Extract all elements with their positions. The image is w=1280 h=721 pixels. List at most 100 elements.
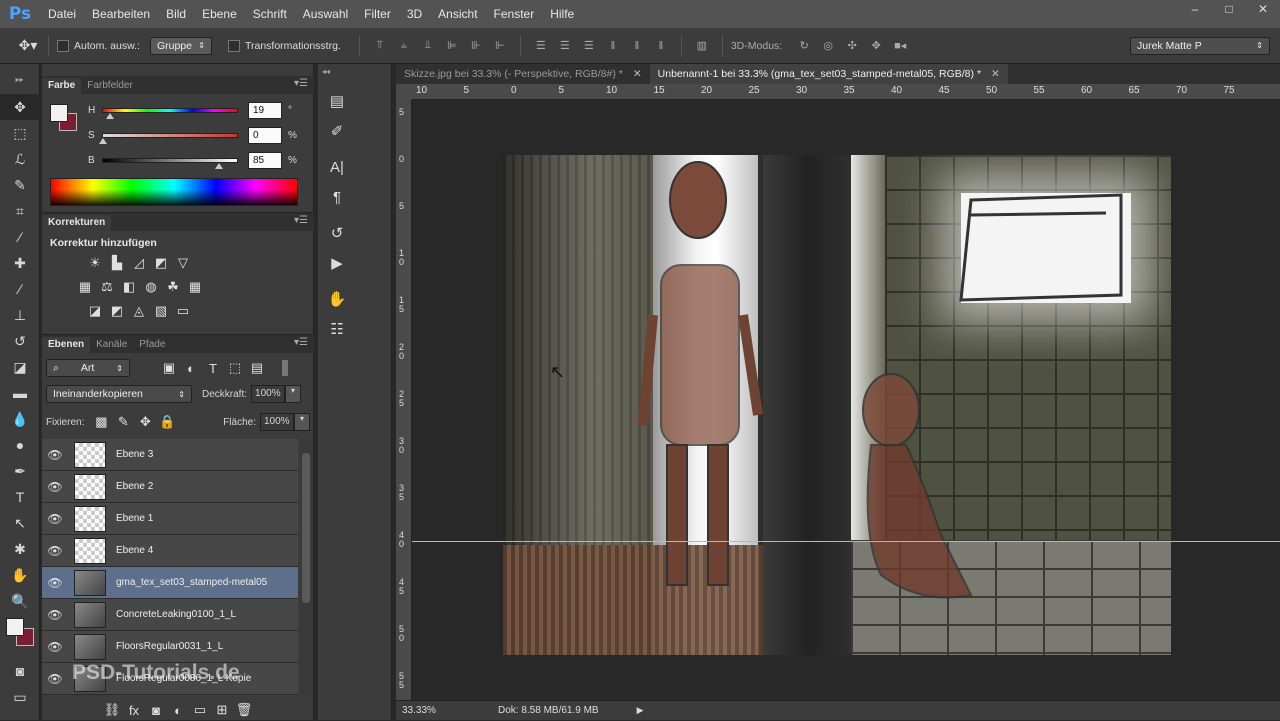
vibrance-icon[interactable]: ▽ bbox=[172, 253, 194, 273]
distribute-bottom-icon[interactable]: ☰ bbox=[579, 37, 599, 55]
color-balance-icon[interactable]: ⚖ bbox=[96, 277, 118, 297]
tab-skizze[interactable]: Skizze.jpg bei 33.3% (- Perspektive, RGB… bbox=[396, 64, 650, 84]
gradient-tool-icon[interactable]: ▬ bbox=[0, 380, 40, 406]
filter-adjustment-icon[interactable]: ◐ bbox=[180, 358, 202, 378]
layer-row[interactable]: 👁 ConcreteLeaking0100_1_L bbox=[42, 599, 298, 631]
guide-line[interactable] bbox=[412, 541, 1280, 542]
move-tool-preset-icon[interactable]: ✥▾ bbox=[18, 37, 38, 55]
exposure-icon[interactable]: ◩ bbox=[150, 253, 172, 273]
fill-dropdown-icon[interactable]: ▾ bbox=[294, 413, 310, 431]
blend-mode-dropdown[interactable]: Ineinanderkopieren ⇕ bbox=[46, 385, 192, 403]
lock-transparency-icon[interactable]: ▩ bbox=[90, 412, 112, 432]
brightness-slider-thumb[interactable] bbox=[215, 162, 223, 169]
saturation-slider[interactable] bbox=[99, 132, 238, 144]
visibility-eye-icon[interactable]: 👁 bbox=[42, 512, 68, 526]
close-tab-icon[interactable]: ✕ bbox=[991, 68, 1000, 80]
color-spectrum-ramp[interactable] bbox=[50, 178, 298, 206]
dodge-tool-icon[interactable]: ● bbox=[0, 432, 40, 458]
panel-menu-icon[interactable]: ▾☰ bbox=[294, 215, 308, 226]
new-group-icon[interactable]: ▭ bbox=[189, 700, 211, 720]
new-layer-icon[interactable]: ⊞ bbox=[211, 700, 233, 720]
brightness-slider[interactable] bbox=[102, 157, 238, 169]
workspace-dropdown[interactable]: Jurek Matte P ⇕ bbox=[1130, 36, 1270, 55]
selective-color-icon[interactable]: ▭ bbox=[172, 301, 194, 321]
distribute-right-icon[interactable]: ‖ bbox=[651, 37, 671, 55]
tab-kanaele[interactable]: Kanäle bbox=[90, 337, 133, 353]
stamp-tool-icon[interactable]: ⊥ bbox=[0, 302, 40, 328]
foreground-color-swatch[interactable] bbox=[50, 104, 68, 122]
canvas[interactable]: ↖ bbox=[412, 100, 1280, 708]
tab-pfade[interactable]: Pfade bbox=[133, 337, 171, 353]
tool-presets-icon[interactable]: ✋ bbox=[320, 284, 354, 314]
menu-datei[interactable]: Datei bbox=[40, 7, 84, 21]
actions-panel-icon[interactable]: ▶ bbox=[320, 248, 354, 278]
history-panel-icon[interactable]: ▤ bbox=[320, 86, 354, 116]
3d-camera-icon[interactable]: ■◂ bbox=[890, 37, 910, 55]
tab-farbfelder[interactable]: Farbfelder bbox=[81, 78, 139, 94]
scrollbar-thumb[interactable] bbox=[302, 453, 310, 603]
filter-type-icon[interactable]: T bbox=[202, 358, 224, 378]
auto-select-dropdown[interactable]: Gruppe ⇕ bbox=[149, 36, 212, 55]
menu-bild[interactable]: Bild bbox=[158, 7, 194, 21]
menu-3d[interactable]: 3D bbox=[399, 7, 430, 21]
opacity-dropdown-icon[interactable]: ▾ bbox=[285, 385, 302, 403]
opacity-value[interactable]: 100% bbox=[251, 385, 286, 403]
history-states-icon[interactable]: ↺ bbox=[320, 218, 354, 248]
visibility-eye-icon[interactable]: 👁 bbox=[42, 608, 68, 622]
menu-ebene[interactable]: Ebene bbox=[194, 7, 245, 21]
history-brush-tool-icon[interactable]: ↺ bbox=[0, 328, 40, 354]
menu-filter[interactable]: Filter bbox=[356, 7, 399, 21]
hue-value[interactable]: 19 bbox=[248, 101, 282, 119]
filter-shape-icon[interactable]: ⬚ bbox=[224, 358, 246, 378]
panel-menu-icon[interactable]: ▾☰ bbox=[294, 337, 308, 348]
align-right-icon[interactable]: ⊩ bbox=[490, 37, 510, 55]
auto-align-icon[interactable]: ▥ bbox=[692, 37, 712, 55]
ruler-vertical[interactable]: 5 0 5 1 0 1 5 2 0 2 5 3 0 3 5 4 0 4 5 5 0 5 5 bbox=[396, 100, 412, 708]
status-menu-icon[interactable]: ▶ bbox=[637, 705, 644, 716]
layer-row[interactable]: 👁 Ebene 2 bbox=[42, 471, 298, 503]
close-button[interactable]: ✕ bbox=[1246, 0, 1280, 18]
quick-select-tool-icon[interactable]: ✎ bbox=[0, 172, 40, 198]
pen-tool-icon[interactable]: ✒ bbox=[0, 458, 40, 484]
brush-tool-icon[interactable]: ∕ bbox=[0, 276, 40, 302]
ruler-corner[interactable] bbox=[396, 84, 412, 100]
quick-mask-icon[interactable]: ◙ bbox=[0, 658, 40, 684]
threshold-icon[interactable]: ◬ bbox=[128, 301, 150, 321]
align-bottom-icon[interactable]: ⫫ bbox=[418, 37, 438, 55]
path-select-tool-icon[interactable]: ↖ bbox=[0, 510, 40, 536]
menu-schrift[interactable]: Schrift bbox=[245, 7, 295, 21]
lock-all-icon[interactable]: 🔒 bbox=[156, 412, 178, 432]
lock-position-icon[interactable]: ✥ bbox=[134, 412, 156, 432]
panel-collapse-icon[interactable]: ▸▸ bbox=[0, 64, 39, 94]
layer-row[interactable]: 👁 FloorsRegular0031_1_L bbox=[42, 631, 298, 663]
layer-row[interactable]: 👁 Ebene 1 bbox=[42, 503, 298, 535]
fill-value[interactable]: 100% bbox=[260, 413, 294, 431]
properties-panel-icon[interactable]: ☷ bbox=[320, 314, 354, 344]
saturation-value[interactable]: 0 bbox=[248, 126, 282, 144]
menu-ansicht[interactable]: Ansicht bbox=[430, 7, 485, 21]
type-tool-icon[interactable]: T bbox=[0, 484, 40, 510]
tab-unbenannt[interactable]: Unbenannt-1 bei 33.3% (gma_tex_set03_sta… bbox=[649, 64, 1008, 84]
filter-pixel-icon[interactable]: ▣ bbox=[158, 358, 180, 378]
gradient-map-icon[interactable]: ▧ bbox=[150, 301, 172, 321]
visibility-eye-icon[interactable]: 👁 bbox=[42, 672, 68, 686]
layer-row[interactable]: 👁 Ebene 4 bbox=[42, 535, 298, 567]
filter-toggle[interactable] bbox=[282, 360, 288, 376]
photo-filter-icon[interactable]: ◍ bbox=[140, 277, 162, 297]
lasso-tool-icon[interactable]: ℒ bbox=[0, 146, 40, 172]
eraser-tool-icon[interactable]: ◪ bbox=[0, 354, 40, 380]
brush-panel-icon[interactable]: ✐ bbox=[320, 116, 354, 146]
menu-fenster[interactable]: Fenster bbox=[486, 7, 543, 21]
panel-collapse-icon[interactable]: ◂◂ bbox=[318, 64, 391, 82]
healing-brush-tool-icon[interactable]: ✚ bbox=[0, 250, 40, 276]
brightness-contrast-icon[interactable]: ☀ bbox=[84, 253, 106, 273]
tab-ebenen[interactable]: Ebenen bbox=[42, 337, 91, 353]
shape-tool-icon[interactable]: ✱ bbox=[0, 536, 40, 562]
ruler-horizontal[interactable]: 10 5 0 5 10 15 20 25 30 35 40 45 50 55 60 65 70 75 bbox=[412, 84, 1280, 100]
add-mask-icon[interactable]: ◙ bbox=[145, 700, 167, 720]
zoom-level[interactable]: 33.33% bbox=[402, 705, 462, 716]
layer-style-icon[interactable]: fx bbox=[123, 700, 145, 720]
distribute-left-icon[interactable]: ‖ bbox=[603, 37, 623, 55]
screen-mode-icon[interactable]: ▭ bbox=[0, 684, 40, 710]
3d-pan-icon[interactable]: ✣ bbox=[842, 37, 862, 55]
